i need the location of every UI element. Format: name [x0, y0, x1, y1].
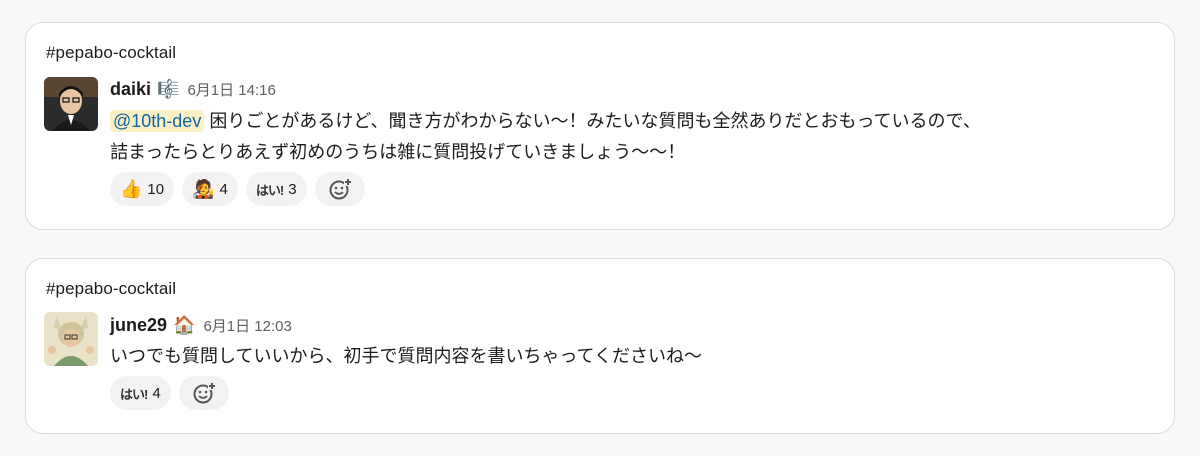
message-header: june29 🏠 6月1日 12:03: [110, 312, 292, 338]
hai-icon: はい!: [255, 182, 284, 198]
mention[interactable]: @10th-dev: [110, 110, 205, 132]
message-header: daiki 🎼 6月1日 14:16: [110, 76, 276, 102]
channel-name[interactable]: #pepabo-cocktail: [46, 279, 176, 299]
reaction-bar: はい! 4: [110, 376, 229, 410]
salute-person-icon: 🧑‍🎤: [192, 179, 215, 199]
timestamp[interactable]: 6月1日 14:16: [187, 79, 275, 100]
message-line-2: 詰まったらとりあえず初めのうちは雑に質問投げていきましょう〜〜！: [110, 142, 686, 162]
reaction-count: 10: [147, 180, 165, 198]
username[interactable]: june29: [110, 315, 167, 336]
message-line-1: 困りごとがあるけど、聞き方がわからない〜！みたいな質問も全然ありだとおもっている…: [209, 111, 981, 131]
add-reaction-button[interactable]: [314, 172, 365, 206]
reaction-count: 3: [288, 180, 297, 198]
reaction-bar: 👍 10 🧑‍🎤 4 はい! 3: [110, 172, 365, 206]
reaction-count: 4: [219, 180, 228, 198]
username[interactable]: daiki: [110, 79, 151, 100]
avatar[interactable]: [44, 312, 98, 366]
reaction-thumbsup[interactable]: 👍 10: [110, 172, 175, 206]
reaction-salute[interactable]: 🧑‍🎤 4: [182, 172, 238, 206]
hai-icon: はい!: [120, 386, 148, 402]
house-icon: 🏠: [173, 315, 196, 335]
message-text: @10th-dev 困りごとがあるけど、聞き方がわからない〜！みたいな質問も全然…: [110, 106, 1144, 168]
message-card-june29: #pepabo-cocktail june29 🏠 6月1日 12:03 いつで…: [25, 258, 1175, 434]
add-emoji-icon: [329, 178, 352, 200]
reaction-count: 4: [152, 384, 161, 402]
avatar[interactable]: [44, 77, 98, 131]
reaction-hai[interactable]: はい! 4: [110, 376, 171, 410]
thumbs-up-icon: 👍: [120, 179, 143, 199]
channel-name[interactable]: #pepabo-cocktail: [46, 43, 176, 63]
add-reaction-button[interactable]: [178, 376, 229, 410]
message-text: いつでも質問していいから、初手で質問内容を書いちゃってくださいね〜: [110, 346, 703, 366]
reaction-hai[interactable]: はい! 3: [245, 172, 307, 206]
timestamp[interactable]: 6月1日 12:03: [203, 315, 291, 336]
message-card-daiki: #pepabo-cocktail daiki 🎼 6月1日 14:16 @10t…: [25, 22, 1175, 230]
add-emoji-icon: [193, 382, 216, 404]
music-score-icon: 🎼: [157, 79, 180, 99]
